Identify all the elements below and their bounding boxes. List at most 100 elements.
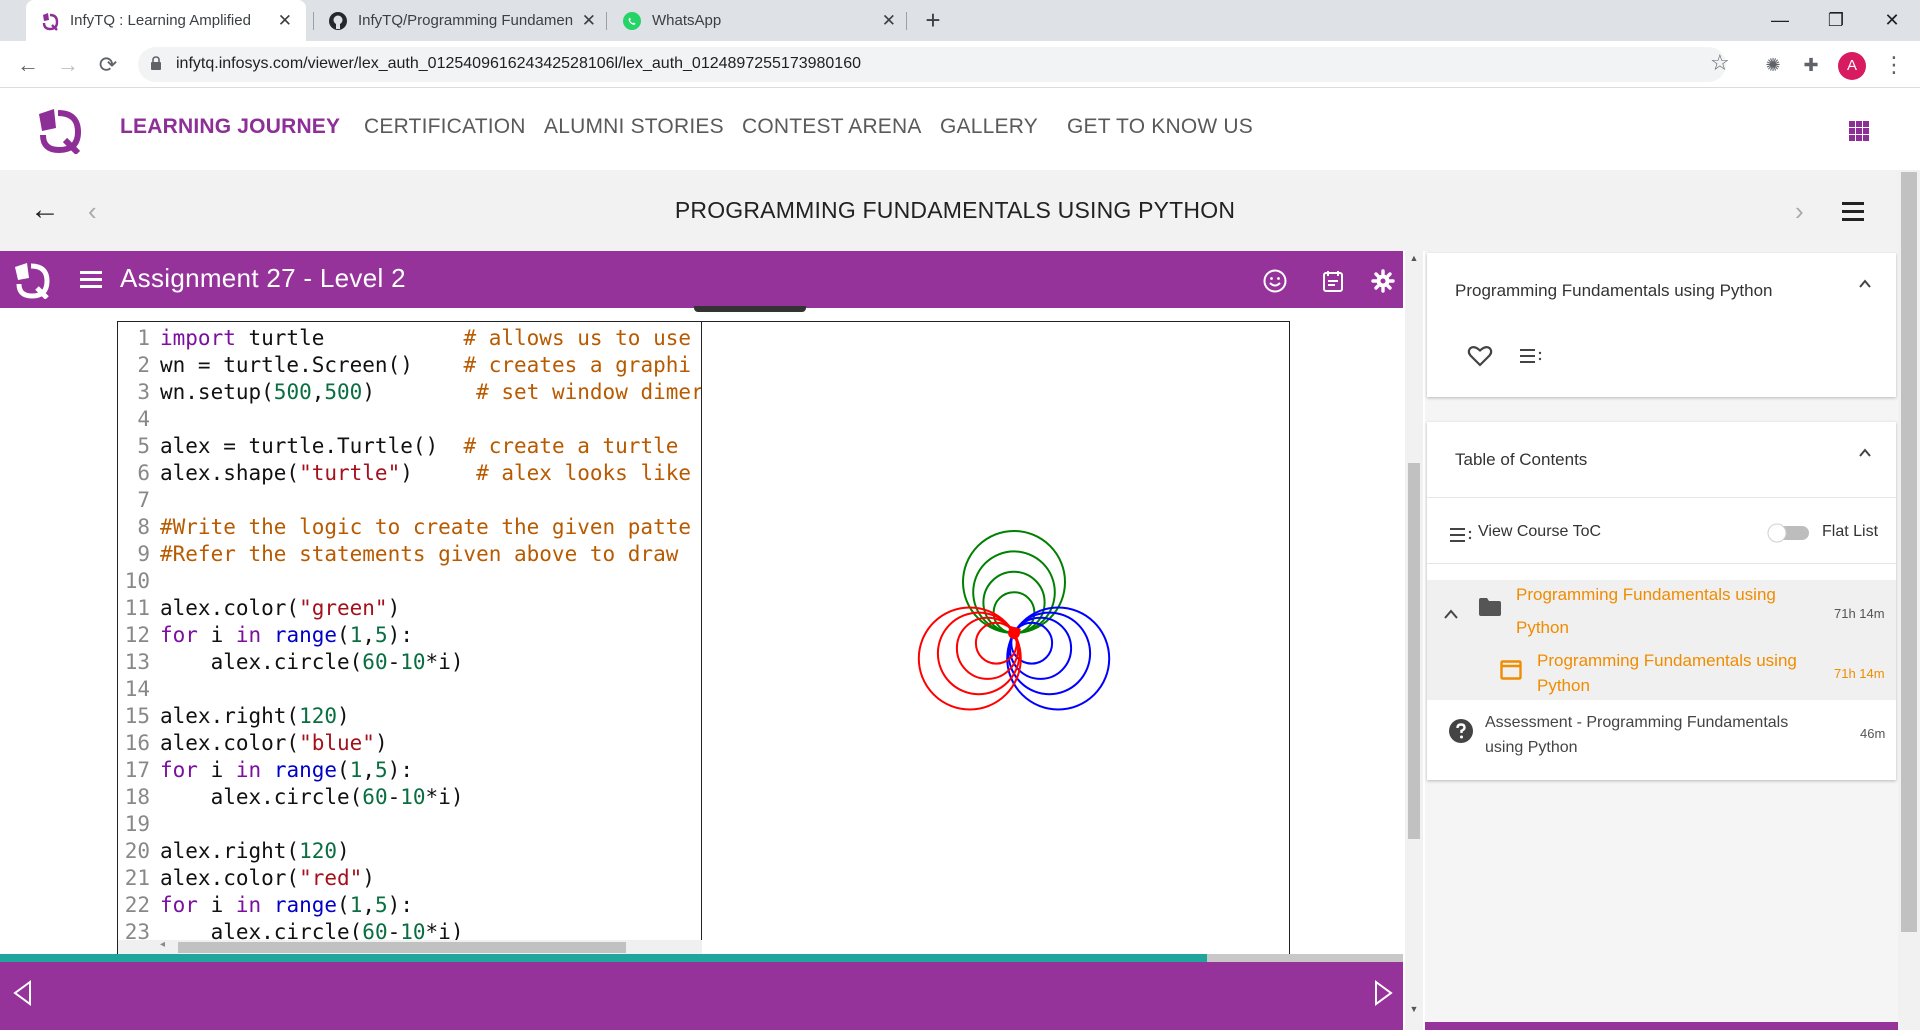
code-line[interactable]: 6 alex.shape("turtle") # alex looks like xyxy=(118,460,701,487)
line-number: 6 xyxy=(137,461,150,485)
code-line[interactable]: 3 wn.setup(500,500) # set window dimer xyxy=(118,379,702,406)
minimize-button[interactable]: — xyxy=(1752,0,1808,41)
scrollbar-thumb[interactable] xyxy=(1408,463,1420,839)
nav-learning-journey[interactable]: LEARNING JOURNEY xyxy=(120,115,340,139)
code-text: wn.setup(500,500) # set window dimer xyxy=(160,380,702,404)
profile-avatar[interactable]: A xyxy=(1838,52,1866,80)
flat-list-toggle[interactable] xyxy=(1767,523,1811,543)
playlist-icon[interactable] xyxy=(1519,348,1543,364)
code-text: alex.circle(60-10*i) xyxy=(160,785,464,809)
heart-icon[interactable] xyxy=(1467,344,1493,368)
toc-item-course[interactable]: Programming Fundamentals using Python xyxy=(1516,582,1816,608)
scroll-up-arrow-icon[interactable]: ▲ xyxy=(1405,253,1423,263)
back-arrow-icon[interactable]: ← xyxy=(12,50,44,82)
nav-alumni-stories[interactable]: ALUMNI STORIES xyxy=(544,115,724,139)
panel-tab-handle[interactable] xyxy=(694,306,806,312)
flat-list-label: Flat List xyxy=(1822,523,1879,540)
code-line[interactable]: 20 alex.right(120) xyxy=(118,838,701,865)
settings-gear-icon[interactable] xyxy=(1370,268,1396,294)
toc-item-module[interactable]: Programming Fundamentals using Python xyxy=(1537,648,1807,698)
browser-menu-icon[interactable]: ⋮ xyxy=(1882,50,1906,80)
toc-item-assessment[interactable]: Assessment - Programming Fundamentals us… xyxy=(1485,710,1825,760)
chevron-up-icon[interactable] xyxy=(1858,446,1872,460)
browser-tab-infytq[interactable]: InfyTQ : Learning Amplified ✕ xyxy=(26,0,306,41)
code-line[interactable]: 12 for i in range(1,5): xyxy=(118,622,701,649)
extension-icon[interactable]: ✺ xyxy=(1760,52,1786,78)
line-number: 9 xyxy=(137,542,150,566)
code-line[interactable]: 9 #Refer the statements given above to dr… xyxy=(118,541,701,568)
close-tab-icon[interactable]: ✕ xyxy=(278,11,292,31)
menu-icon[interactable] xyxy=(1842,202,1864,221)
code-line[interactable]: 8 #Write the logic to create the given pa… xyxy=(118,514,701,541)
new-tab-button[interactable]: + xyxy=(918,6,948,36)
divider xyxy=(1427,497,1896,498)
code-text: #Write the logic to create the given pat… xyxy=(160,515,692,539)
infytq-icon xyxy=(40,11,60,31)
browser-tab-whatsapp[interactable]: WhatsApp ✕ xyxy=(608,0,910,41)
code-line[interactable]: 1 import turtle # allows us to use xyxy=(118,325,701,352)
reload-icon[interactable]: ⟳ xyxy=(92,50,124,82)
code-line[interactable]: 11 alex.color("green") xyxy=(118,595,701,622)
code-editor[interactable]: 1 import turtle # allows us to use 2 wn = t… xyxy=(118,322,702,954)
code-text: wn = turtle.Screen() # creates a graphi xyxy=(160,353,692,377)
nav-get-to-know-us[interactable]: GET TO KNOW US xyxy=(1067,115,1253,139)
next-triangle-icon[interactable] xyxy=(1370,978,1396,1008)
line-number: 13 xyxy=(124,650,150,674)
assignment-menu-icon[interactable] xyxy=(80,271,102,288)
code-text: alex.right(120) xyxy=(160,839,350,863)
nav-contest-arena[interactable]: CONTEST ARENA xyxy=(742,115,922,139)
calendar-notes-icon[interactable] xyxy=(1320,268,1346,294)
code-line[interactable]: 7 xyxy=(118,487,701,514)
code-line[interactable]: 15 alex.right(120) xyxy=(118,703,701,730)
next-chevron-icon[interactable]: › xyxy=(1795,196,1804,227)
code-line[interactable]: 21 alex.color("red") xyxy=(118,865,701,892)
browser-tab-github[interactable]: InfyTQ/Programming Fundamen ✕ xyxy=(314,0,610,41)
code-line[interactable]: 16 alex.color("blue") xyxy=(118,730,701,757)
code-line[interactable]: 2 wn = turtle.Screen() # creates a graphi xyxy=(118,352,701,379)
previous-triangle-icon[interactable] xyxy=(10,978,36,1008)
bookmark-star-icon[interactable]: ☆ xyxy=(1710,50,1730,76)
apps-grid-icon[interactable] xyxy=(1849,121,1869,141)
code-line[interactable]: 17 for i in range(1,5): xyxy=(118,757,701,784)
tab-title: InfyTQ/Programming Fundamen xyxy=(358,12,574,29)
code-line[interactable]: 19 xyxy=(118,811,701,838)
code-line[interactable]: 5 alex = turtle.Turtle() # create a turtl… xyxy=(118,433,701,460)
line-number: 4 xyxy=(137,407,150,431)
panel-bottom-accent xyxy=(1425,1022,1898,1030)
lock-icon xyxy=(151,56,161,70)
close-tab-icon[interactable]: ✕ xyxy=(882,11,896,31)
course-card-title: Programming Fundamentals using Python xyxy=(1455,281,1773,300)
code-line[interactable]: 4 xyxy=(118,406,701,433)
extensions-puzzle-icon[interactable]: ✚ xyxy=(1798,52,1824,78)
smiley-icon[interactable] xyxy=(1262,268,1288,294)
tab-title: InfyTQ : Learning Amplified xyxy=(70,12,251,29)
view-course-toc-link[interactable]: View Course ToC xyxy=(1478,523,1601,541)
forward-arrow-icon[interactable]: → xyxy=(52,50,84,82)
scrollbar-thumb[interactable] xyxy=(178,942,626,953)
url-text[interactable]: infytq.infosys.com/viewer/lex_auth_01254… xyxy=(176,55,861,73)
chevron-up-icon[interactable] xyxy=(1443,608,1459,620)
github-icon xyxy=(328,11,348,31)
nav-gallery[interactable]: GALLERY xyxy=(940,115,1038,139)
scrollbar-thumb[interactable] xyxy=(1901,172,1917,932)
chevron-up-icon[interactable] xyxy=(1858,277,1872,291)
progress-bar-fill xyxy=(0,954,1207,962)
scroll-left-arrow-icon[interactable]: ◂ xyxy=(160,939,165,950)
code-line[interactable]: 14 xyxy=(118,676,701,703)
close-window-button[interactable]: ✕ xyxy=(1864,0,1920,41)
tab-separator xyxy=(906,12,907,30)
nav-certification[interactable]: CERTIFICATION xyxy=(364,115,526,139)
line-number: 20 xyxy=(124,839,150,863)
toc-item-course-cont[interactable]: Python xyxy=(1516,621,1636,641)
code-line[interactable]: 10 xyxy=(118,568,701,595)
scroll-down-arrow-icon[interactable]: ▼ xyxy=(1405,1004,1423,1014)
list-icon xyxy=(1450,528,1472,542)
infytq-logo[interactable] xyxy=(34,104,84,154)
line-number: 12 xyxy=(124,623,150,647)
close-tab-icon[interactable]: ✕ xyxy=(582,11,596,31)
code-line[interactable]: 13 alex.circle(60-10*i) xyxy=(118,649,701,676)
line-number: 7 xyxy=(137,488,150,512)
code-line[interactable]: 18 alex.circle(60-10*i) xyxy=(118,784,701,811)
restore-button[interactable]: ❐ xyxy=(1808,0,1864,41)
code-line[interactable]: 22 for i in range(1,5): xyxy=(118,892,701,919)
